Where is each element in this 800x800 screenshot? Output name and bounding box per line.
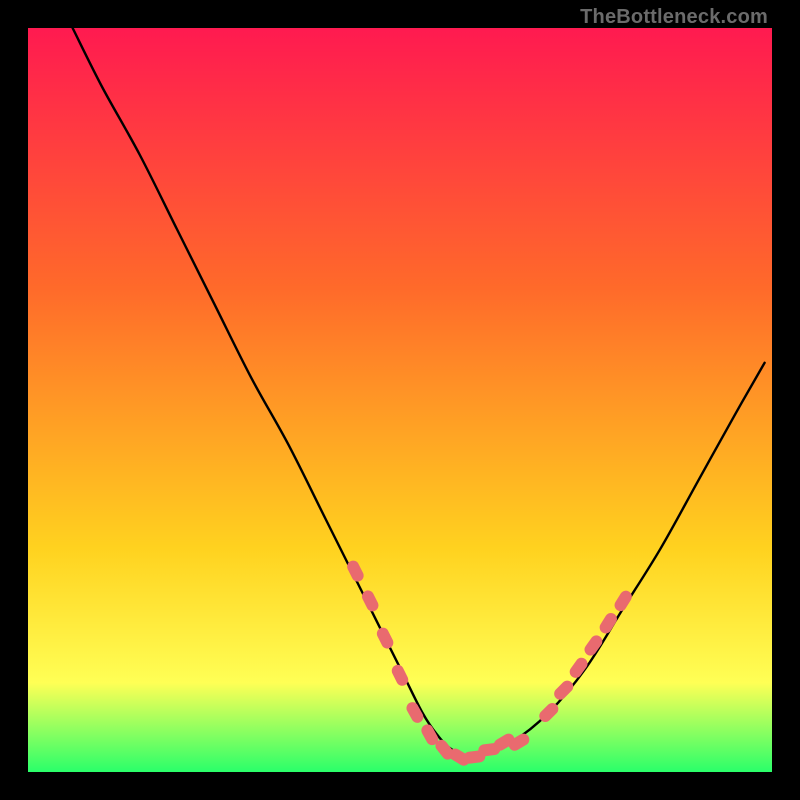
heat-gradient-background bbox=[28, 28, 772, 772]
watermark-text: TheBottleneck.com bbox=[580, 6, 768, 29]
bottleneck-plot bbox=[28, 28, 772, 772]
chart-frame bbox=[28, 28, 772, 772]
